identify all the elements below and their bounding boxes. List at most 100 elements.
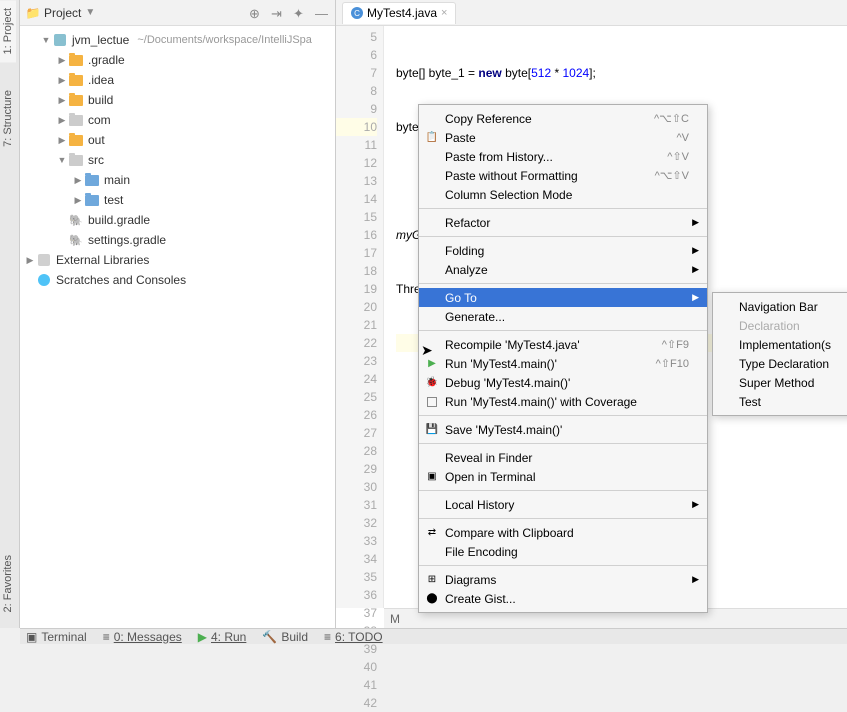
- tree-item-main[interactable]: ▶main: [20, 170, 335, 190]
- gutter-line-19[interactable]: 19: [336, 280, 377, 298]
- collapse-icon[interactable]: ⇥: [271, 6, 285, 20]
- close-tab-icon[interactable]: ×: [441, 7, 447, 19]
- menu-item-paste[interactable]: 📋Paste^V: [419, 128, 707, 147]
- gutter-line-16[interactable]: 16: [336, 226, 377, 244]
- gutter-line-13[interactable]: 13: [336, 172, 377, 190]
- menu-item-generate[interactable]: Generate...: [419, 307, 707, 326]
- gutter-line-14[interactable]: 14: [336, 190, 377, 208]
- expand-arrow-icon[interactable]: ▶: [56, 135, 68, 146]
- menu-item-diagrams[interactable]: ⊞Diagrams▶: [419, 570, 707, 589]
- menu-item-navigation-bar[interactable]: Navigation Bar: [713, 297, 847, 316]
- hide-icon[interactable]: —: [315, 6, 329, 20]
- expand-arrow-icon[interactable]: ▶: [56, 115, 68, 126]
- tree-item-src[interactable]: ▼src: [20, 150, 335, 170]
- bottom-run[interactable]: ▶4: Run: [198, 630, 247, 644]
- settings-icon[interactable]: ✦: [293, 6, 307, 20]
- gutter-line-17[interactable]: 17: [336, 244, 377, 262]
- gutter-line-5[interactable]: 5: [336, 28, 377, 46]
- expand-arrow-icon[interactable]: ▼: [56, 155, 68, 165]
- menu-item-create-gist[interactable]: ⬤Create Gist...: [419, 589, 707, 608]
- expand-arrow-icon[interactable]: ▶: [56, 55, 68, 66]
- expand-arrow-icon[interactable]: ▶: [56, 95, 68, 106]
- menu-item-go-to[interactable]: Go To▶: [419, 288, 707, 307]
- gutter-line-25[interactable]: 25: [336, 388, 377, 406]
- menu-item-run-mytest4-main[interactable]: ▶Run 'MyTest4.main()'^⇧F10: [419, 354, 707, 373]
- menu-item-save-mytest4-main[interactable]: 💾Save 'MyTest4.main()': [419, 420, 707, 439]
- gutter-line-11[interactable]: 11: [336, 136, 377, 154]
- editor-gutter[interactable]: 5678910111213141516171819202122232425262…: [336, 26, 384, 608]
- tree-item-out[interactable]: ▶out: [20, 130, 335, 150]
- gutter-line-35[interactable]: 35: [336, 568, 377, 586]
- menu-item-column-selection-mode[interactable]: Column Selection Mode: [419, 185, 707, 204]
- menu-item-reveal-in-finder[interactable]: Reveal in Finder: [419, 448, 707, 467]
- expand-arrow-icon[interactable]: ▶: [24, 255, 36, 266]
- tree-item--idea[interactable]: ▶.idea: [20, 70, 335, 90]
- expand-arrow-icon[interactable]: ▶: [72, 175, 84, 186]
- menu-item-local-history[interactable]: Local History▶: [419, 495, 707, 514]
- gutter-line-22[interactable]: 22: [336, 334, 377, 352]
- expand-arrow-icon[interactable]: ▶: [72, 195, 84, 206]
- menu-item-recompile-mytest4-java[interactable]: Recompile 'MyTest4.java'^⇧F9: [419, 335, 707, 354]
- editor-tab-mytest4[interactable]: C MyTest4.java ×: [342, 2, 456, 24]
- gutter-line-41[interactable]: 41: [336, 676, 377, 694]
- gutter-line-15[interactable]: 15: [336, 208, 377, 226]
- gutter-line-32[interactable]: 32: [336, 514, 377, 532]
- bottom-messages[interactable]: ≡0: Messages: [103, 630, 182, 644]
- expand-arrow-icon[interactable]: ▼: [40, 35, 52, 45]
- menu-item-refactor[interactable]: Refactor▶: [419, 213, 707, 232]
- gutter-line-31[interactable]: 31: [336, 496, 377, 514]
- menu-item-paste-without-formatting[interactable]: Paste without Formatting^⌥⇧V: [419, 166, 707, 185]
- menu-item-copy-reference[interactable]: Copy Reference^⌥⇧C: [419, 109, 707, 128]
- gutter-line-6[interactable]: 6: [336, 46, 377, 64]
- gutter-line-29[interactable]: 29: [336, 460, 377, 478]
- tree-item-test[interactable]: ▶test: [20, 190, 335, 210]
- menu-item-paste-from-history[interactable]: Paste from History...^⇧V: [419, 147, 707, 166]
- bottom-terminal[interactable]: ▣Terminal: [26, 630, 87, 644]
- gutter-line-18[interactable]: 18: [336, 262, 377, 280]
- gutter-line-9[interactable]: 9: [336, 100, 377, 118]
- tree-item-settings-gradle[interactable]: 🐘settings.gradle: [20, 230, 335, 250]
- menu-item-implementation-s[interactable]: Implementation(s: [713, 335, 847, 354]
- tab-favorites[interactable]: 2: Favorites: [0, 547, 16, 620]
- panel-view-dropdown[interactable]: ▼: [85, 7, 95, 18]
- menu-item-super-method[interactable]: Super Method: [713, 373, 847, 392]
- bottom-todo[interactable]: ≡6: TODO: [324, 630, 383, 644]
- menu-item-analyze[interactable]: Analyze▶: [419, 260, 707, 279]
- tab-structure[interactable]: 7: Structure: [0, 82, 16, 155]
- menu-item-open-in-terminal[interactable]: ▣Open in Terminal: [419, 467, 707, 486]
- expand-arrow-icon[interactable]: ▶: [56, 75, 68, 86]
- menu-item-debug-mytest4-main[interactable]: 🐞Debug 'MyTest4.main()': [419, 373, 707, 392]
- gutter-line-34[interactable]: 34: [336, 550, 377, 568]
- gutter-line-28[interactable]: 28: [336, 442, 377, 460]
- gutter-line-20[interactable]: 20: [336, 298, 377, 316]
- gutter-line-8[interactable]: 8: [336, 82, 377, 100]
- gutter-line-33[interactable]: 33: [336, 532, 377, 550]
- gutter-line-21[interactable]: 21: [336, 316, 377, 334]
- menu-item-folding[interactable]: Folding▶: [419, 241, 707, 260]
- locate-icon[interactable]: ⊕: [249, 6, 263, 20]
- breadcrumb-item[interactable]: M: [390, 612, 400, 626]
- tree-item-com[interactable]: ▶com: [20, 110, 335, 130]
- gutter-line-23[interactable]: 23: [336, 352, 377, 370]
- tree-item-build[interactable]: ▶build: [20, 90, 335, 110]
- tree-external-libraries[interactable]: ▶ External Libraries: [20, 250, 335, 270]
- menu-item-file-encoding[interactable]: File Encoding: [419, 542, 707, 561]
- gutter-line-12[interactable]: 12: [336, 154, 377, 172]
- gutter-line-10[interactable]: 10: [336, 118, 377, 136]
- tree-item-build-gradle[interactable]: 🐘build.gradle: [20, 210, 335, 230]
- gutter-line-40[interactable]: 40: [336, 658, 377, 676]
- tab-project[interactable]: 1: Project: [0, 0, 16, 62]
- gutter-line-42[interactable]: 42: [336, 694, 377, 712]
- gutter-line-26[interactable]: 26: [336, 406, 377, 424]
- gutter-line-7[interactable]: 7: [336, 64, 377, 82]
- menu-item-type-declaration[interactable]: Type Declaration: [713, 354, 847, 373]
- menu-item-compare-with-clipboard[interactable]: ⇄Compare with Clipboard: [419, 523, 707, 542]
- menu-item-test[interactable]: Test: [713, 392, 847, 411]
- gutter-line-24[interactable]: 24: [336, 370, 377, 388]
- menu-item-run-mytest4-main-with-coverage[interactable]: Run 'MyTest4.main()' with Coverage: [419, 392, 707, 411]
- gutter-line-37[interactable]: 37: [336, 604, 377, 622]
- bottom-build[interactable]: 🔨Build: [262, 630, 308, 644]
- gutter-line-27[interactable]: 27: [336, 424, 377, 442]
- tree-item--gradle[interactable]: ▶.gradle: [20, 50, 335, 70]
- tree-scratches[interactable]: Scratches and Consoles: [20, 270, 335, 290]
